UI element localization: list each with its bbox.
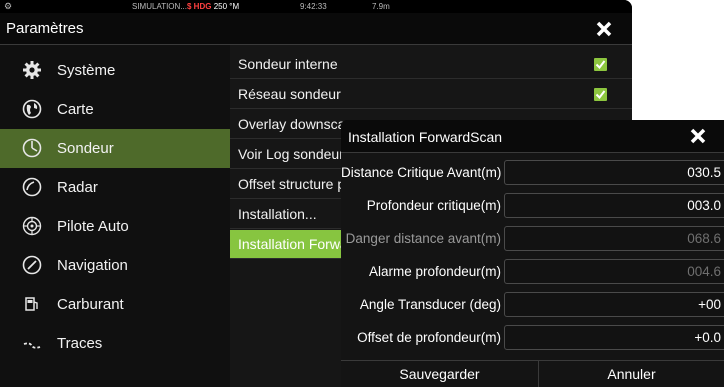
list-item-label: Installation Forwa: [238, 236, 348, 252]
field-row-offset-profondeur: Offset de profondeur(m) +0.0: [341, 325, 724, 352]
heading-unit: °M: [229, 2, 240, 11]
globe-icon: [22, 99, 42, 119]
heading-readout: $ HDG 250 °M: [187, 0, 239, 13]
simulation-indicator: SIMULATION...: [132, 2, 187, 11]
distance-critique-input[interactable]: 030.5: [504, 160, 724, 185]
sidebar-item-label: Sondeur: [57, 140, 114, 157]
field-label: Alarme profondeur(m): [368, 264, 501, 279]
list-item-sondeur-interne[interactable]: Sondeur interne: [230, 50, 632, 79]
angle-transducer-input[interactable]: +00: [504, 292, 724, 317]
field-label: Distance Critique Avant(m): [341, 165, 502, 180]
sidebar-item-pilote-auto[interactable]: Pilote Auto: [0, 207, 230, 246]
close-settings-button[interactable]: [588, 13, 628, 43]
settings-sidebar: Système Carte Sondeur Radar Pilote Auto …: [0, 45, 230, 387]
heading-prefix: $ HDG: [187, 2, 212, 11]
sidebar-item-label: Système: [57, 62, 116, 79]
sidebar-item-label: Radar: [57, 179, 98, 196]
radar-icon: [22, 177, 42, 197]
list-item-label: Offset structure pr: [238, 176, 350, 192]
gear-icon: [23, 61, 41, 79]
window-title: Paramètres: [6, 20, 84, 37]
close-icon: [596, 21, 612, 37]
field-row-profondeur-critique: Profondeur critique(m) 003.0: [341, 193, 724, 220]
helm-icon: [22, 216, 42, 236]
list-item-label: Overlay downscan: [238, 116, 354, 132]
offset-profondeur-input[interactable]: +0.0: [504, 325, 724, 350]
field-row-distance-critique: Distance Critique Avant(m) 030.5: [341, 160, 724, 187]
checkmark-icon: [595, 60, 606, 70]
profondeur-critique-input[interactable]: 003.0: [504, 193, 724, 218]
field-row-alarme-profondeur: Alarme profondeur(m) 004.6: [341, 259, 724, 286]
save-button[interactable]: Sauvegarder: [341, 361, 539, 387]
window-titlebar: Paramètres: [0, 13, 632, 45]
field-label: Danger distance avant(m): [345, 231, 501, 246]
reseau-sondeur-checkbox[interactable]: [594, 88, 607, 101]
sidebar-item-carte[interactable]: Carte: [0, 90, 230, 129]
list-item-reseau-sondeur[interactable]: Réseau sondeur: [230, 80, 632, 109]
list-item-label: Voir Log sondeur...: [238, 146, 355, 162]
sidebar-item-label: Pilote Auto: [57, 218, 129, 235]
checkmark-icon: [595, 90, 606, 100]
sidebar-item-label: Navigation: [57, 257, 128, 274]
alarme-profondeur-input: 004.6: [504, 259, 724, 284]
sidebar-item-label: Carburant: [57, 296, 124, 313]
danger-distance-input: 068.6: [504, 226, 724, 251]
sidebar-item-label: Carte: [57, 101, 94, 118]
close-dialog-button[interactable]: [686, 121, 724, 151]
sondeur-interne-checkbox[interactable]: [594, 58, 607, 71]
status-gear-icon[interactable]: ⚙: [4, 0, 12, 13]
heading-value: 250: [213, 2, 228, 11]
compass-icon: [22, 255, 42, 275]
dialog-titlebar: Installation ForwardScan: [341, 120, 724, 153]
status-bar: ⚙ SIMULATION... $ HDG 250 °M 9:42:33 7.9…: [0, 0, 632, 13]
dialog-title: Installation ForwardScan: [348, 129, 503, 145]
dialog-button-bar: Sauvegarder Annuler: [341, 360, 724, 387]
list-item-label: Sondeur interne: [238, 56, 338, 72]
forwardscan-dialog: Installation ForwardScan Distance Critiq…: [341, 120, 724, 387]
field-label: Profondeur critique(m): [366, 198, 501, 213]
sidebar-item-sondeur[interactable]: Sondeur: [0, 129, 230, 168]
field-label: Angle Transducer (deg): [359, 297, 501, 312]
depth-readout: 7.9m: [372, 2, 390, 11]
list-item-label: Installation...: [238, 206, 317, 222]
sidebar-item-label: Traces: [57, 335, 103, 352]
sidebar-item-radar[interactable]: Radar: [0, 168, 230, 207]
sidebar-item-carburant[interactable]: Carburant: [0, 285, 230, 324]
field-row-angle-transducer: Angle Transducer (deg) +00: [341, 292, 724, 319]
clock-readout: 9:42:33: [300, 2, 327, 11]
field-row-danger-distance: Danger distance avant(m) 068.6: [341, 226, 724, 253]
list-item-label: Réseau sondeur: [238, 86, 341, 102]
sonar-icon: [22, 138, 42, 158]
field-label: Offset de profondeur(m): [357, 330, 501, 345]
sidebar-item-navigation[interactable]: Navigation: [0, 246, 230, 285]
fuel-pump-icon: [25, 297, 38, 311]
cancel-button[interactable]: Annuler: [539, 361, 724, 387]
close-icon: [690, 128, 706, 144]
sidebar-item-systeme[interactable]: Système: [0, 51, 230, 90]
sidebar-item-traces[interactable]: Traces: [0, 324, 230, 363]
trail-icon: [23, 342, 41, 349]
